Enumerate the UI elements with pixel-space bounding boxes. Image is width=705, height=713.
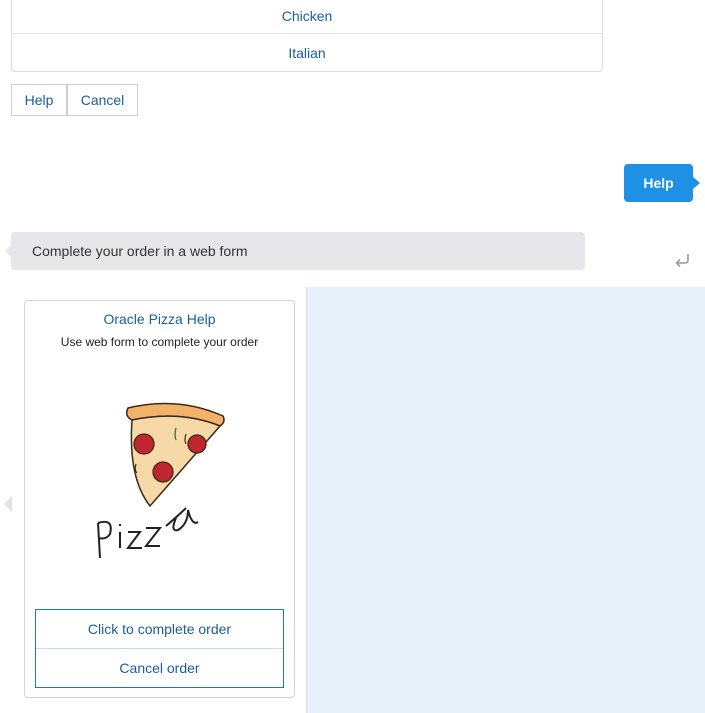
bot-message-bubble: Complete your order in a web form xyxy=(5,232,585,270)
pizza-image xyxy=(97,402,225,559)
complete-order-button[interactable]: Click to complete order xyxy=(36,610,283,648)
card-description: Use web form to complete your order xyxy=(60,335,259,349)
option-italian[interactable]: Italian xyxy=(12,33,602,72)
help-button[interactable]: Help xyxy=(11,84,67,116)
carousel-prev-icon[interactable] xyxy=(4,496,12,512)
card-actions: Click to complete order Cancel order xyxy=(35,609,284,688)
option-list: Chicken Italian xyxy=(11,0,603,72)
option-chicken[interactable]: Chicken xyxy=(12,0,602,33)
cancel-order-button[interactable]: Cancel order xyxy=(36,648,283,688)
card-title: Oracle Pizza Help xyxy=(103,311,216,327)
cancel-button[interactable]: Cancel xyxy=(67,84,138,116)
user-message-bubble: Help xyxy=(624,164,700,202)
reply-arrow-icon[interactable] xyxy=(672,250,692,270)
